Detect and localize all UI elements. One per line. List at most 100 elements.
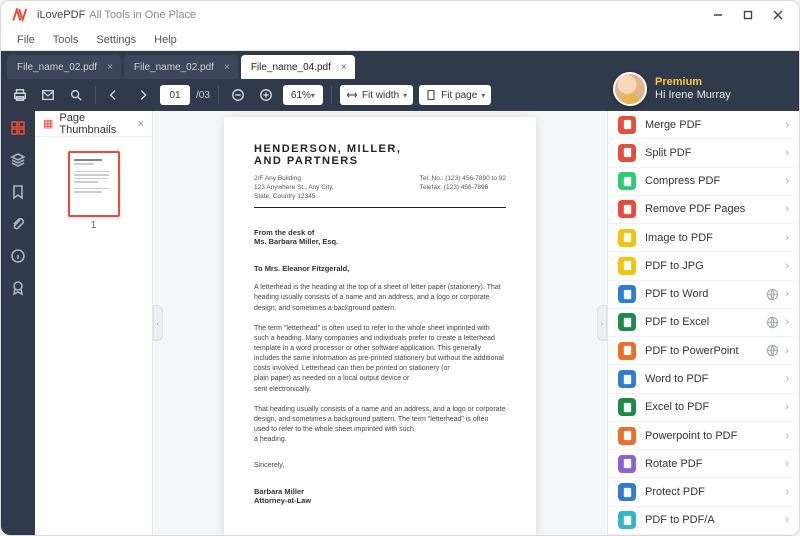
panel-handle-left[interactable]: ‹ [153,305,163,341]
next-page-button[interactable] [132,84,154,106]
rail-badge-icon[interactable] [9,279,27,297]
tool-label: PDF to Excel [645,316,709,328]
tool-icon [618,313,636,331]
chevron-right-icon: › [785,430,789,442]
tool-icon [618,483,636,501]
rail-thumbnails-icon[interactable] [9,119,27,137]
fit-width-button[interactable]: Fit width▾ [340,85,413,105]
menu-help[interactable]: Help [154,34,177,46]
tool-image-to-pdf[interactable]: Image to PDF› [608,224,799,252]
tool-icon [618,398,636,416]
panel-handle-right[interactable]: › [597,305,607,341]
close-tab-icon[interactable]: × [107,62,113,73]
page-total: /03 [196,90,210,101]
menubar: File Tools Settings Help [1,29,799,51]
prev-page-button[interactable] [104,84,126,106]
chevron-right-icon: › [785,175,789,187]
tool-pdf-to-pdf-a[interactable]: PDF to PDF/A › [608,507,799,535]
thumbnails-icon: ▦ [43,117,53,130]
menu-file[interactable]: File [17,34,35,46]
tool-label: Merge PDF [645,119,701,131]
close-tab-icon[interactable]: × [341,62,347,73]
menu-settings[interactable]: Settings [96,34,136,46]
user-pill[interactable]: Premium Hi Irene Murray [613,67,791,111]
chevron-right-icon: › [785,147,789,159]
close-tab-icon[interactable]: × [224,62,230,73]
tool-remove-pdf-pages[interactable]: Remove PDF Pages› [608,196,799,224]
tab-1[interactable]: File_name_02.pdf× [124,55,238,79]
chevron-right-icon: › [785,458,789,470]
page-number-field[interactable]: 01 [160,85,190,105]
rail-info-icon[interactable] [9,247,27,265]
tool-label: Powerpoint to PDF [645,430,737,442]
maximize-button[interactable] [733,4,763,26]
close-button[interactable] [763,4,793,26]
tool-label: Remove PDF Pages [645,203,745,215]
doc-company-2: AND PARTNERS [254,155,506,167]
menu-tools[interactable]: Tools [53,34,79,46]
toolbar: 01 /03 61%▾ Fit width▾ Fit page▾ Premium… [1,79,799,111]
tool-merge-pdf[interactable]: Merge PDF › [608,111,799,139]
tool-compress-pdf[interactable]: Compress PDF› [608,168,799,196]
thumbnails-close-icon[interactable]: × [138,118,144,130]
sidebar-rail [1,111,35,535]
zoom-out-button[interactable] [227,84,249,106]
chevron-right-icon: › [785,486,789,498]
tool-icon [618,257,636,275]
search-button[interactable] [65,84,87,106]
chevron-right-icon: › [785,316,789,328]
tool-label: Split PDF [645,147,691,159]
tool-icon [618,172,636,190]
tool-split-pdf[interactable]: Split PDF › [608,139,799,167]
zoom-field[interactable]: 61%▾ [283,85,323,105]
minimize-button[interactable] [703,4,733,26]
chevron-right-icon: › [785,288,789,300]
tool-icon [618,116,636,134]
tab-2[interactable]: File_name_04.pdf× [241,55,355,79]
chevron-right-icon: › [785,119,789,131]
tool-label: Word to PDF [645,373,708,385]
user-tier: Premium [655,76,731,89]
tool-icon [618,511,636,529]
rail-layers-icon[interactable] [9,151,27,169]
tool-pdf-to-excel[interactable]: PDF to Excel › [608,309,799,337]
tool-pdf-to-powerpoint[interactable]: PDF to PowerPoint › [608,337,799,365]
tool-rotate-pdf[interactable]: Rotate PDF › [608,450,799,478]
tab-0[interactable]: File_name_02.pdf × [7,55,121,79]
chevron-right-icon: › [785,345,789,357]
zoom-in-button[interactable] [255,84,277,106]
user-greeting: Hi Irene Murray [655,89,731,102]
chevron-right-icon: › [785,232,789,244]
tab-label: File_name_02.pdf [17,62,97,73]
app-logo [11,8,31,22]
print-button[interactable] [9,84,31,106]
chevron-right-icon: › [785,373,789,385]
tool-pdf-to-jpg[interactable]: PDF to JPG› [608,252,799,280]
tool-label: Rotate PDF [645,458,702,470]
tool-label: Excel to PDF [645,401,709,413]
app-name: iLovePDF [37,9,85,21]
tool-word-to-pdf[interactable]: Word to PDF › [608,365,799,393]
tool-label: PDF to PDF/A [645,514,715,526]
tool-excel-to-pdf[interactable]: Excel to PDF› [608,394,799,422]
tool-label: Protect PDF [645,486,705,498]
mail-button[interactable] [37,84,59,106]
document-viewer[interactable]: ‹ › HENDERSON, MILLER, AND PARTNERS 2/F … [153,111,607,535]
tool-icon [618,427,636,445]
thumbnails-panel: ▦ Page Thumbnails × 1 [35,111,153,535]
chevron-right-icon: › [785,514,789,526]
tool-protect-pdf[interactable]: Protect PDF › [608,478,799,506]
avatar [613,72,647,106]
chevron-right-icon: › [785,260,789,272]
thumbnails-header: ▦ Page Thumbnails × [35,111,152,137]
fit-page-button[interactable]: Fit page▾ [419,85,491,105]
tool-pdf-to-word[interactable]: PDF to Word› [608,281,799,309]
tool-label: PDF to PowerPoint [645,345,739,357]
tools-panel: Merge PDF›Split PDF›Compress PDF›Remove … [607,111,799,535]
tool-powerpoint-to-pdf[interactable]: Powerpoint to PDF › [608,422,799,450]
rail-attachment-icon[interactable] [9,215,27,233]
thumbnails-title: Page Thumbnails [59,112,137,136]
thumbnail-page-1[interactable]: 1 [68,151,120,217]
doc-company-1: HENDERSON, MILLER, [254,143,506,155]
rail-bookmark-icon[interactable] [9,183,27,201]
